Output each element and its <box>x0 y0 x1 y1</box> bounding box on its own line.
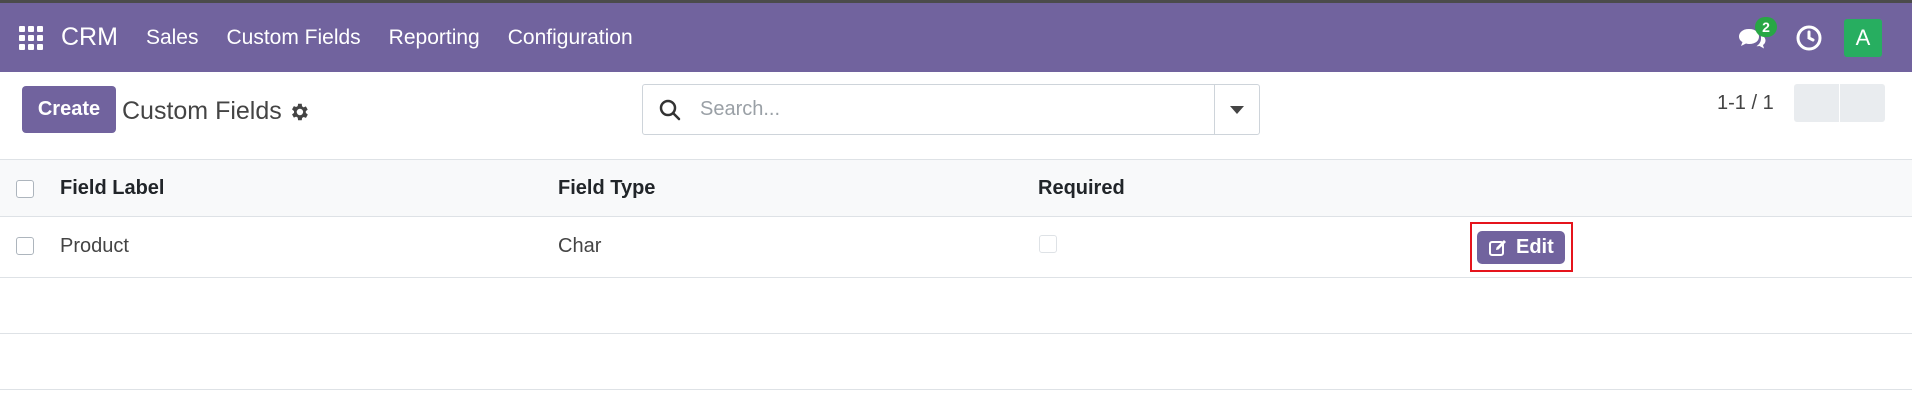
search-input[interactable] <box>698 84 1214 135</box>
messaging-menu[interactable]: 2 <box>1737 16 1777 53</box>
menu-custom-fields[interactable]: Custom Fields <box>212 26 374 50</box>
pager-buttons <box>1794 84 1885 122</box>
messages-count-badge: 2 <box>1755 16 1777 37</box>
row-select-checkbox[interactable] <box>16 237 34 255</box>
cell-field-type: Char <box>558 235 602 257</box>
control-panel: Create Custom Fields 1-1 / 1 <box>0 72 1912 160</box>
menu-configuration[interactable]: Configuration <box>494 26 647 50</box>
pager-previous-button[interactable] <box>1794 84 1839 122</box>
caret-down-icon <box>1230 105 1244 114</box>
list-view: Field Label Field Type Required Product … <box>0 160 1912 404</box>
app-brand[interactable]: CRM <box>61 23 118 52</box>
pager-value[interactable]: 1-1 / 1 <box>1717 92 1774 115</box>
pager-next-button[interactable] <box>1840 84 1885 122</box>
column-header-field-type[interactable]: Field Type <box>558 177 655 200</box>
cell-required-checkbox <box>1039 235 1057 253</box>
cell-field-label: Product <box>60 235 129 257</box>
search-bar <box>642 84 1260 135</box>
user-avatar[interactable]: A <box>1844 18 1882 57</box>
menu-sales[interactable]: Sales <box>132 26 213 50</box>
select-all-checkbox[interactable] <box>16 180 34 198</box>
list-header: Field Label Field Type Required <box>0 160 1912 217</box>
menu-reporting[interactable]: Reporting <box>375 26 494 50</box>
clock-icon <box>1796 25 1822 50</box>
gear-icon[interactable] <box>288 101 310 123</box>
edit-button-label: Edit <box>1516 236 1554 258</box>
table-row[interactable]: Product Char <box>0 217 1912 278</box>
apps-grid-icon[interactable] <box>19 25 43 50</box>
main-navbar: CRM Sales Custom Fields Reporting Config… <box>0 0 1912 72</box>
activity-menu[interactable] <box>1795 24 1823 52</box>
column-header-required[interactable]: Required <box>1038 177 1125 200</box>
page-title: Custom Fields <box>122 97 282 125</box>
empty-row <box>0 334 1912 390</box>
empty-row <box>0 278 1912 334</box>
edit-icon <box>1489 239 1506 256</box>
systray: 2 A <box>1737 3 1912 72</box>
edit-button[interactable]: Edit <box>1477 231 1565 264</box>
search-icon <box>659 99 681 120</box>
create-button[interactable]: Create <box>22 86 116 133</box>
column-header-field-label[interactable]: Field Label <box>60 177 164 200</box>
search-options-toggle[interactable] <box>1214 85 1259 134</box>
